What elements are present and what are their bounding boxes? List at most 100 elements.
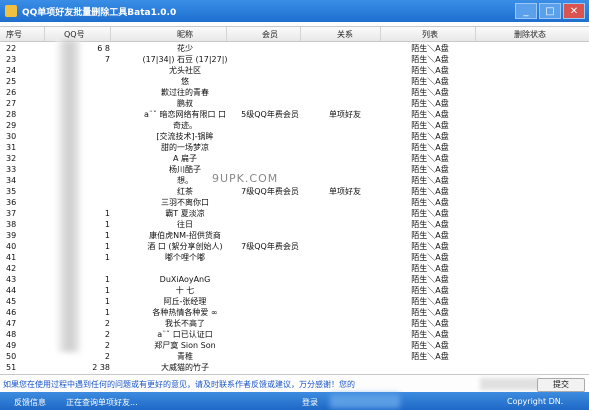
title-bar: QQ单项好友批量删除工具Bata1.0.0 _ □ ✕ [0, 0, 589, 22]
row-list: 陌生＼A盘 [411, 219, 449, 229]
notice-text: 如果您在使用过程中遇到任何的问题或有更好的意见，请及时联系作者反馈或建议，万分感… [3, 380, 355, 389]
row-relation: 单项好友 [329, 109, 361, 119]
row-list: 陌生＼A盘 [411, 186, 449, 196]
row-nickname: 十 七 [175, 285, 195, 295]
row-no: 27 [6, 98, 17, 108]
app-icon [5, 5, 17, 17]
row-list: 陌生＼A盘 [411, 230, 449, 240]
row-list: 陌生＼A盘 [411, 208, 449, 218]
row-nickname: 往日 [177, 219, 193, 229]
col-header-member[interactable]: 会员 [235, 29, 305, 40]
col-header-delete-status[interactable]: 删除状态 [480, 29, 580, 40]
column-divider [475, 27, 476, 41]
column-divider [380, 27, 381, 41]
row-no: 47 [6, 318, 17, 328]
row-nickname: 各种热情各种爱 ∞ [152, 307, 218, 317]
table-header: 序号 QQ号 昵称 会员 关系 列表 删除状态 [0, 27, 589, 42]
row-nickname: 郑尸寞 Sion Son [154, 340, 216, 350]
row-nickname: (17|34|) 石豆 (17|27|) [142, 54, 228, 64]
row-member: 7级QQ年费会员 [241, 241, 299, 251]
row-list: 陌生＼A盘 [411, 263, 449, 273]
row-nickname: 悠 [181, 76, 189, 86]
row-nickname: 我长不高了 [165, 318, 205, 328]
row-list: 陌生＼A盘 [411, 241, 449, 251]
row-list: 陌生＼A盘 [411, 175, 449, 185]
row-member: 5级QQ年费会员 [241, 109, 299, 119]
row-no: 51 [6, 362, 17, 372]
row-list: 陌生＼A盘 [411, 109, 449, 119]
row-nickname: 甜的一场梦凉 [161, 142, 209, 152]
row-nickname: 康伯虎NM-招供货商 [149, 230, 221, 240]
row-list: 陌生＼A盘 [411, 65, 449, 75]
row-no: 30 [6, 131, 17, 141]
row-no: 37 [6, 208, 17, 218]
row-no: 24 [6, 65, 17, 75]
column-divider [300, 27, 301, 41]
row-list: 陌生＼A盘 [411, 131, 449, 141]
row-qq: 2 38 [92, 362, 110, 372]
status-progress: 正在查询单项好友... [66, 398, 138, 407]
status-copyright: Copyright DN. [507, 397, 564, 406]
minimize-button[interactable]: _ [515, 3, 537, 19]
row-list: 陌生＼A盘 [411, 285, 449, 295]
row-no: 32 [6, 153, 17, 163]
notice-bar: 如果您在使用过程中遇到任何的问题或有更好的意见，请及时联系作者反馈或建议，万分感… [0, 374, 589, 392]
row-no: 22 [6, 43, 17, 53]
close-button[interactable]: ✕ [563, 3, 585, 19]
blurred-qq-numbers [56, 40, 80, 352]
row-list: 陌生＼A盘 [411, 76, 449, 86]
status-login: 登录 [302, 398, 318, 407]
row-no: 38 [6, 219, 17, 229]
row-list: 陌生＼A盘 [411, 164, 449, 174]
row-nickname: 阿丘-张经理 [163, 296, 207, 306]
column-divider [110, 27, 111, 41]
row-no: 23 [6, 54, 17, 64]
row-list: 陌生＼A盘 [411, 329, 449, 339]
row-no: 31 [6, 142, 17, 152]
row-relation: 单项好友 [329, 186, 361, 196]
col-header-no[interactable]: 序号 [6, 29, 46, 40]
row-nickname: DuXiAoyAnG [159, 274, 211, 284]
row-list: 陌生＼A盘 [411, 340, 449, 350]
watermark: 9UPK.COM [212, 172, 279, 185]
row-list: 陌生＼A盘 [411, 142, 449, 152]
status-feedback[interactable]: 反馈信息 [14, 397, 46, 408]
col-header-relation[interactable]: 关系 [300, 29, 390, 40]
row-no: 45 [6, 296, 17, 306]
row-list: 陌生＼A盘 [411, 197, 449, 207]
col-header-qq[interactable]: QQ号 [64, 29, 114, 40]
row-nickname: a¨ˇ 口已认证口 [157, 329, 213, 339]
row-list: 陌生＼A盘 [411, 274, 449, 284]
row-list: 陌生＼A盘 [411, 43, 449, 53]
row-list: 陌生＼A盘 [411, 87, 449, 97]
row-no: 36 [6, 197, 17, 207]
row-no: 33 [6, 164, 17, 174]
row-no: 43 [6, 274, 17, 284]
row-no: 42 [6, 263, 17, 273]
row-no: 49 [6, 340, 17, 350]
row-no: 28 [6, 109, 17, 119]
row-no: 46 [6, 307, 17, 317]
row-no: 35 [6, 186, 17, 196]
row-no: 39 [6, 230, 17, 240]
row-nickname: 歉过往的青春 [161, 87, 209, 97]
row-no: 25 [6, 76, 17, 86]
row-nickname: [交流技术]-锅眸 [156, 131, 214, 141]
row-list: 陌生＼A盘 [411, 54, 449, 64]
submit-feedback-button[interactable]: 提交 [537, 378, 585, 392]
column-divider [226, 27, 227, 41]
row-nickname: 尤头社区 [169, 65, 201, 75]
row-nickname: 嘟个哩个嘟 [165, 252, 205, 262]
row-nickname: 大威猫的竹子 [161, 362, 209, 372]
restore-button[interactable]: □ [539, 3, 561, 19]
status-blur [330, 394, 400, 408]
col-header-list[interactable]: 列表 [380, 29, 480, 40]
row-qq: 2 [104, 351, 110, 361]
row-no: 44 [6, 285, 17, 295]
window-title: QQ单项好友批量删除工具Bata1.0.0 [22, 8, 177, 18]
row-list: 陌生＼A盘 [411, 351, 449, 361]
row-nickname: 青稚 [177, 351, 193, 361]
notice-blur [480, 378, 540, 390]
row-no: 26 [6, 87, 17, 97]
friends-table[interactable]: 序号 QQ号 昵称 会员 关系 列表 删除状态 22 6 8 花少 陌生＼A盘 23 7… [0, 26, 589, 383]
